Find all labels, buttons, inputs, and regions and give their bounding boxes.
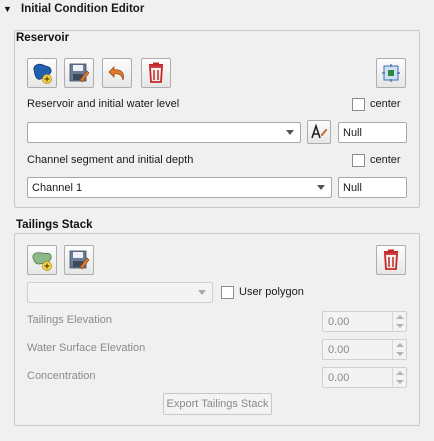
field-name-button[interactable] [307,120,331,144]
export-tailings-button[interactable]: Export Tailings Stack [163,393,272,415]
spin-arrows-icon[interactable] [392,340,406,359]
reservoir-select[interactable] [27,122,301,143]
concentration-value: 0.00 [328,371,350,384]
chevron-down-icon [317,185,325,190]
center-label-1: center [370,98,401,110]
water-surface-label: Water Surface Elevation [27,342,146,354]
spin-arrows-icon[interactable] [392,368,406,387]
water-surface-value: 0.00 [328,343,350,356]
chevron-down-icon [286,130,294,135]
water-surface-spinbox[interactable]: 0.00 [322,339,407,360]
center-checkbox-1[interactable] [352,98,365,111]
concentration-spinbox[interactable]: 0.00 [322,367,407,388]
delete-icon [384,249,398,270]
depth-input[interactable]: Null [338,177,407,198]
delete-reservoir-button[interactable] [141,58,171,88]
save-icon [69,63,90,83]
delete-icon [149,62,163,83]
channel-select[interactable]: Channel 1 [27,177,332,198]
add-tailings-button[interactable] [27,245,57,275]
save-icon [69,250,90,270]
user-polygon-checkbox[interactable] [221,286,234,299]
channel-select-value: Channel 1 [32,181,83,194]
section-title: Initial Condition Editor [21,3,145,15]
add-reservoir-icon [33,63,52,84]
spin-arrows-icon[interactable] [392,312,406,331]
undo-button[interactable] [102,58,132,88]
zoom-to-icon [382,64,400,82]
collapse-arrow-icon[interactable]: ▼ [3,4,15,14]
undo-icon [108,66,124,81]
add-reservoir-button[interactable] [27,58,57,88]
concentration-label: Concentration [27,370,96,382]
zoom-to-button[interactable] [376,58,406,88]
center-checkbox-2[interactable] [352,154,365,167]
water-level-label: Reservoir and initial water level [27,98,180,110]
tailings-elevation-label: Tailings Elevation [27,314,112,326]
reservoir-group-title: Reservoir [16,32,70,44]
chevron-down-icon [198,290,206,295]
delete-tailings-button[interactable] [376,245,406,275]
field-name-icon [311,123,328,139]
add-polygon-icon [32,252,52,271]
water-level-input[interactable]: Null [338,122,407,143]
center-label-2: center [370,154,401,166]
tailings-elevation-value: 0.00 [328,315,350,328]
save-tailings-button[interactable] [64,245,94,275]
save-reservoir-button[interactable] [64,58,94,88]
tailings-select[interactable] [27,282,213,303]
tailings-group-title: Tailings Stack [16,219,93,231]
section-header[interactable]: ▼ Initial Condition Editor [0,0,434,18]
user-polygon-label: User polygon [239,286,304,298]
channel-label: Channel segment and initial depth [27,154,194,166]
tailings-elevation-spinbox[interactable]: 0.00 [322,311,407,332]
